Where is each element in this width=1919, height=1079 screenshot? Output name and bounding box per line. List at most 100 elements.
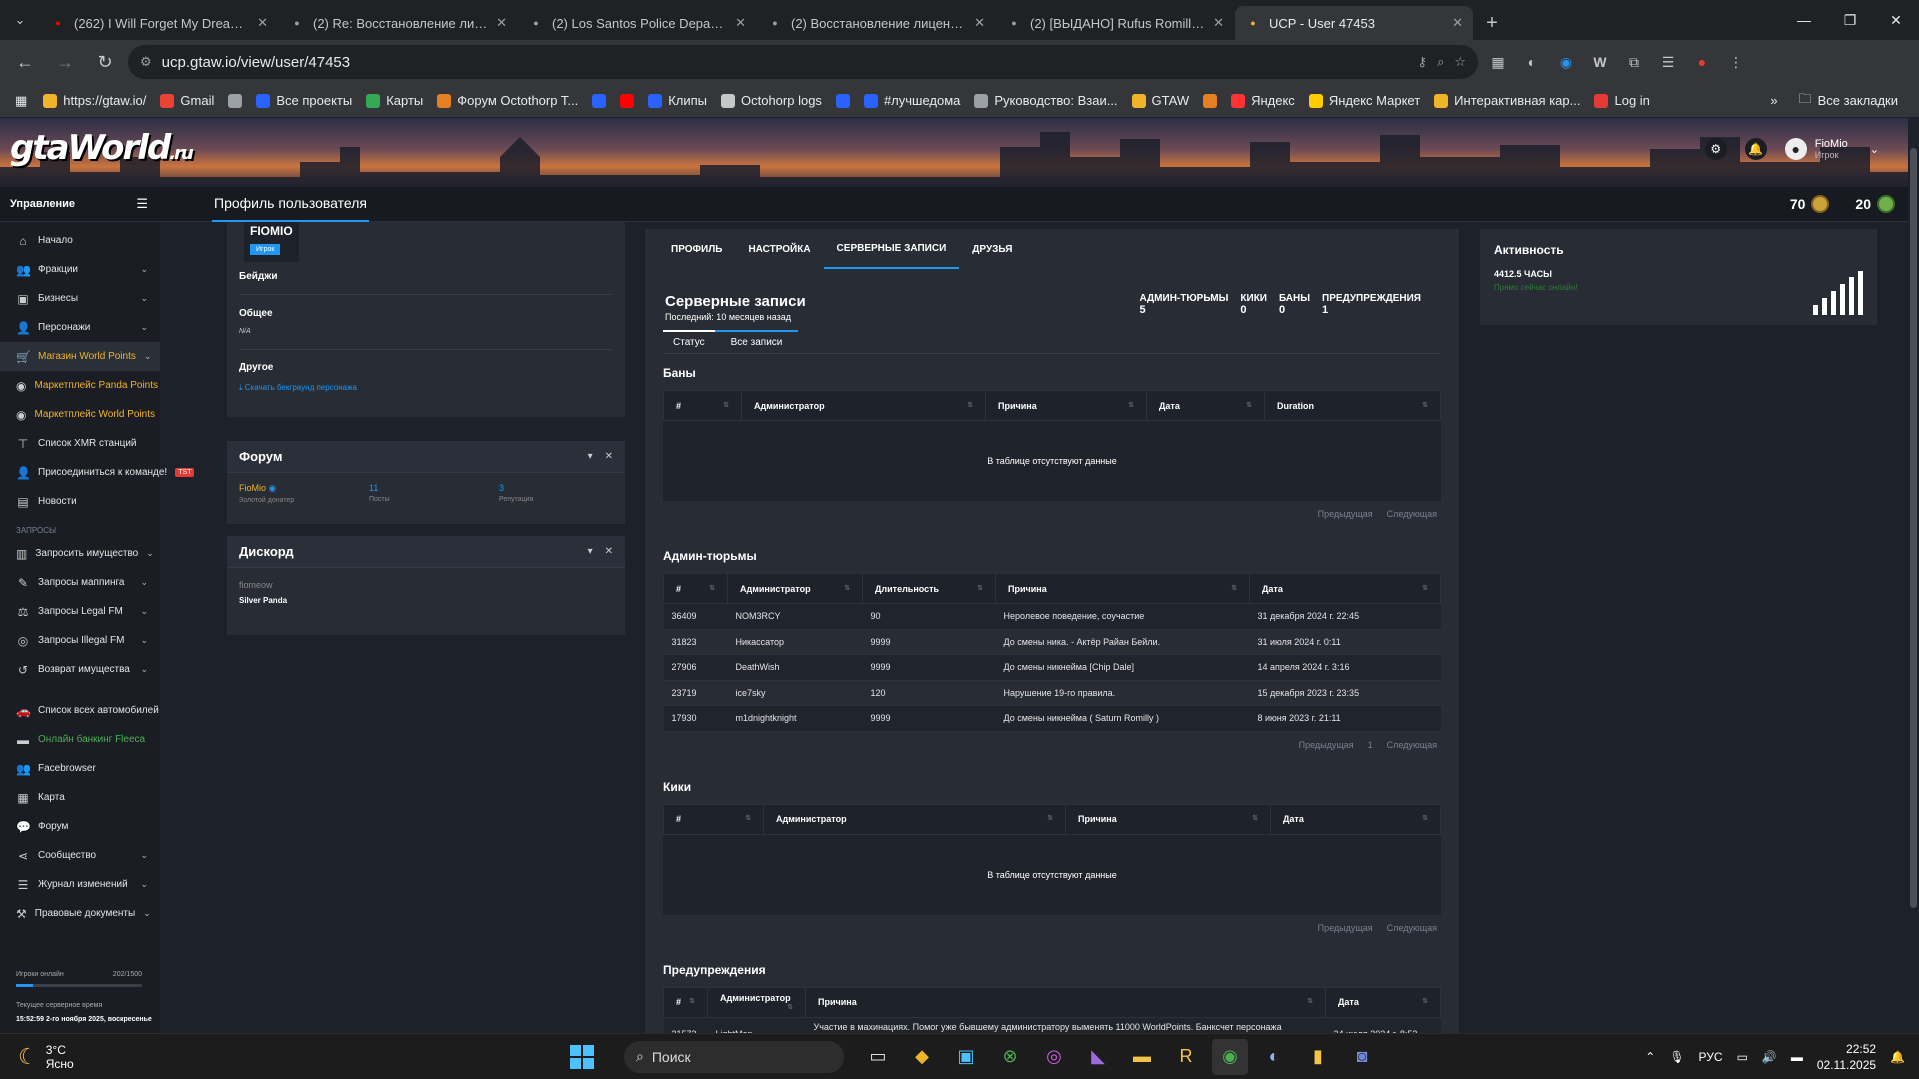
star-icon[interactable]: ☆ (1454, 54, 1466, 70)
page-number[interactable]: 1 (1368, 740, 1373, 750)
close-tab-icon[interactable]: ✕ (1452, 15, 1463, 31)
collapse-icon[interactable]: ▾ (588, 546, 593, 557)
network-icon[interactable]: ▭ (1737, 1050, 1748, 1064)
column-header[interactable]: # ⇅ (663, 573, 728, 604)
next-button[interactable]: Следующая (1387, 923, 1437, 933)
battery-icon[interactable]: ▬ (1791, 1050, 1803, 1064)
prev-button[interactable]: Предыдущая (1299, 740, 1354, 750)
sidebar-item[interactable]: 🚗 Список всех автомобилей (0, 696, 160, 725)
xbox-icon[interactable]: ⊗ (992, 1039, 1028, 1075)
subtab-all-records[interactable]: Все записи (714, 329, 799, 354)
close-tab-icon[interactable]: ✕ (496, 15, 507, 31)
sidebar-item[interactable]: 👥 Facebrowser (0, 754, 160, 783)
close-icon[interactable]: ✕ (605, 546, 613, 557)
volume-icon[interactable]: 🔊 (1762, 1050, 1777, 1064)
close-tab-icon[interactable]: ✕ (735, 15, 746, 31)
folder-icon[interactable]: ▬ (1124, 1039, 1160, 1075)
browser-tab[interactable]: ● (2) Восстановление лицензий ✕ (757, 6, 995, 40)
column-header[interactable]: Причина ⇅ (985, 390, 1147, 421)
sidebar-item[interactable]: ▣ Бизнесы ⌄ (0, 284, 160, 313)
profile-tab[interactable]: СЕРВЕРНЫЕ ЗАПИСИ (823, 229, 960, 269)
close-tab-icon[interactable]: ✕ (974, 15, 985, 31)
bookmark[interactable] (829, 90, 857, 112)
browser-tab[interactable]: ● (262) I Will Forget My Dreams - ✕ (40, 6, 278, 40)
profile-tab[interactable]: НАСТРОЙКА (735, 229, 823, 269)
column-header[interactable]: Дата ⇅ (1146, 390, 1265, 421)
taskbar-search[interactable]: ⌕ Поиск (624, 1040, 844, 1073)
bookmark[interactable]: Log in (1587, 89, 1656, 112)
column-header[interactable]: # ⇅ (663, 986, 708, 1018)
bookmark[interactable]: https://gtaw.io/ (36, 89, 153, 112)
bookmark[interactable]: Форум Octothorp T... (430, 89, 585, 112)
minimize-icon[interactable]: — (1781, 0, 1827, 40)
sidebar-item[interactable]: ▬ Онлайн банкинг Fleeca (0, 725, 160, 754)
download-background-link[interactable]: ⤓ Скачать бекграунд персонажа (239, 383, 357, 393)
bookmark[interactable]: Руководство: Взаи... (967, 89, 1124, 112)
sidebar-item[interactable]: ⋖ Сообщество ⌄ (0, 841, 160, 870)
apps-icon[interactable]: ▦ (8, 89, 34, 113)
profile-tab[interactable]: ПРОФИЛЬ (658, 229, 735, 269)
clock[interactable]: 22:52 02.11.2025 (1817, 1041, 1876, 1073)
sidebar-item[interactable]: ◎ Запросы Illegal FM ⌄ (0, 626, 160, 655)
bookmark[interactable]: Все проекты (249, 89, 359, 112)
browser-tab[interactable]: ● UCP - User 47453 ✕ (1235, 6, 1473, 40)
next-button[interactable]: Следующая (1387, 509, 1437, 519)
bookmark[interactable]: Карты (359, 89, 430, 112)
site-info-icon[interactable]: ⚙ (140, 54, 152, 70)
app-icon[interactable]: ▮ (1300, 1039, 1336, 1075)
browser-tab[interactable]: ● (2) Los Santos Police Departme ✕ (518, 6, 756, 40)
discord-icon[interactable]: ◙ (1344, 1039, 1380, 1075)
close-icon[interactable]: ✕ (1873, 0, 1919, 40)
profile-tab[interactable]: ДРУЗЬЯ (959, 229, 1025, 269)
tab-search-icon[interactable]: ⌄ (0, 0, 40, 40)
restore-icon[interactable]: ❐ (1827, 0, 1873, 40)
close-tab-icon[interactable]: ✕ (1213, 15, 1224, 31)
sidebar-item[interactable]: ▤ Новости (0, 487, 160, 516)
column-header[interactable]: Причина ⇅ (995, 573, 1250, 604)
page-scrollbar[interactable] (1908, 118, 1919, 1033)
column-header[interactable]: Длительность ⇅ (862, 573, 996, 604)
chrome-icon[interactable]: ◉ (1212, 1038, 1248, 1075)
collapse-icon[interactable]: ▾ (588, 451, 593, 462)
page-title[interactable]: Профиль пользователя (212, 187, 369, 222)
notification-icon[interactable]: 🔔 (1890, 1050, 1905, 1064)
bell-icon[interactable]: 🔔 (1744, 138, 1767, 160)
sidebar-item[interactable]: 👤 Присоединиться к команде! TST (0, 458, 195, 487)
subtab-status[interactable]: Статус (663, 329, 715, 354)
site-logo[interactable]: gtaWorld.ru (10, 128, 194, 168)
bookmark[interactable]: Gmail (153, 89, 221, 112)
app-icon[interactable]: ◎ (1036, 1039, 1072, 1075)
url-field[interactable]: ⚙ ucp.gtaw.io/view/user/47453 ⚷ ⌕ ☆ (128, 45, 1478, 79)
sidebar-item[interactable]: 🛒 Магазин World Points ⌄ (0, 342, 160, 371)
prev-button[interactable]: Предыдущая (1318, 509, 1373, 519)
microphone-icon[interactable]: 🎙 (1669, 1050, 1684, 1064)
column-header[interactable]: Администратор ⇅ (707, 986, 806, 1018)
extension-icon[interactable]: ▦ (1484, 48, 1512, 76)
sidebar-item[interactable]: ⊤ Список XMR станций (0, 429, 160, 458)
settings-icon[interactable]: ⚙ (1704, 138, 1727, 160)
forum-user-link[interactable]: FioMio ◉ (239, 483, 369, 494)
column-header[interactable]: Администратор ⇅ (741, 390, 986, 421)
key-icon[interactable]: ⚷ (1418, 54, 1428, 70)
bookmark[interactable]: GTAW (1125, 89, 1197, 112)
visual-studio-icon[interactable]: ◣ (1080, 1039, 1116, 1075)
app-icon[interactable]: R (1168, 1039, 1204, 1075)
app-icon[interactable]: ◆ (904, 1039, 940, 1075)
sidebar-item[interactable]: ↺ Возврат имущества ⌄ (0, 655, 160, 684)
bookmark[interactable]: Клипы (641, 89, 714, 112)
weather-widget[interactable]: ☾ 3°C Ясно (0, 1043, 300, 1071)
sidebar-item[interactable]: ☰ Журнал изменений ⌄ (0, 870, 160, 899)
column-header[interactable]: Причина ⇅ (805, 986, 1326, 1018)
forward-icon[interactable]: → (48, 45, 82, 79)
profile-avatar-icon[interactable]: ● (1688, 48, 1716, 76)
column-header[interactable]: # ⇅ (663, 803, 764, 835)
column-header[interactable]: Причина ⇅ (1065, 803, 1271, 835)
sidebar-item[interactable]: ⚖ Запросы Legal FM ⌄ (0, 597, 160, 626)
zoom-icon[interactable]: ⌕ (1437, 54, 1444, 70)
new-tab-button[interactable]: + (1474, 6, 1510, 40)
extension-icon[interactable]: W (1586, 48, 1614, 76)
back-icon[interactable]: ← (8, 45, 42, 79)
bookmark[interactable] (1196, 90, 1224, 112)
browser-tab[interactable]: ● (2) Re: Восстановление лиценз ✕ (279, 6, 517, 40)
steam-icon[interactable]: ◐ (1256, 1039, 1292, 1075)
